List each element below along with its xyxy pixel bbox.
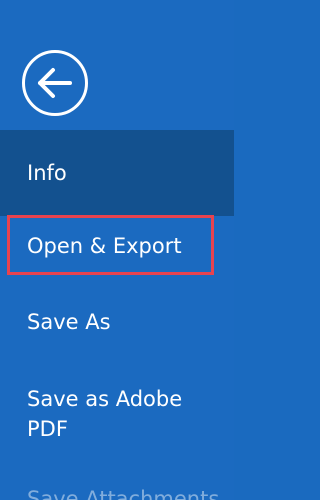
nav-item-save-attachments[interactable]: Save Attachments — [0, 486, 234, 500]
arrow-left-icon — [38, 68, 72, 98]
nav-item-info-label: Info — [27, 161, 67, 185]
back-button[interactable] — [22, 50, 88, 116]
nav-item-info[interactable]: Info — [0, 130, 234, 216]
nav-item-save-attachments-label: Save Attachments — [27, 487, 220, 500]
nav-item-open-export[interactable]: Open & Export — [0, 215, 234, 277]
backstage-navigation: Info Open & Export Save As Save as Adobe… — [0, 0, 234, 500]
nav-item-open-export-label: Open & Export — [27, 234, 182, 258]
nav-item-save-as[interactable]: Save As — [0, 307, 234, 351]
nav-item-save-as-adobe-pdf-label: Save as Adobe PDF — [27, 387, 183, 441]
nav-item-save-as-label: Save As — [27, 310, 111, 334]
nav-item-save-as-adobe-pdf[interactable]: Save as Adobe PDF — [0, 384, 234, 454]
